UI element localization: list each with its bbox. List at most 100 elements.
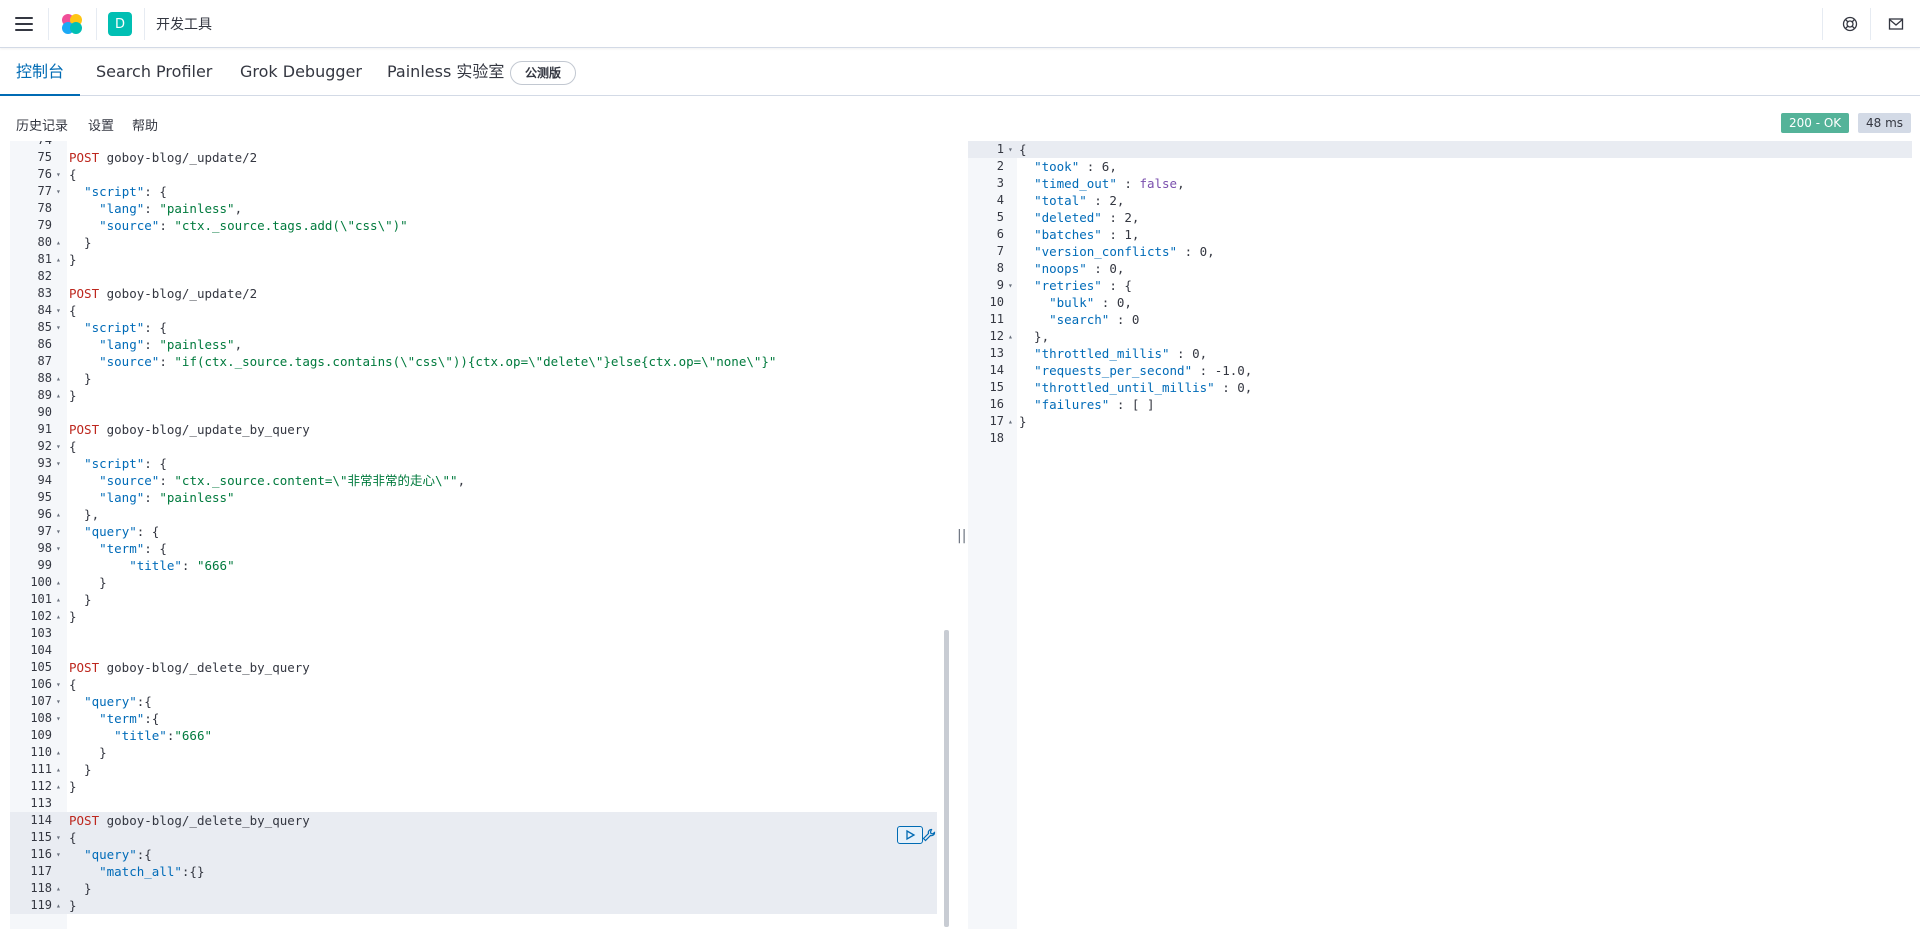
response-code-line[interactable]: "failures" : [ ] — [1019, 396, 1154, 413]
request-code-line[interactable]: { — [69, 302, 77, 319]
response-editor[interactable]: 1 ▾{2 "took" : 6, 3 "timed_out" : false, 4 … — [968, 141, 1912, 929]
request-code-line[interactable]: } — [69, 251, 77, 268]
request-code-line[interactable]: } — [69, 778, 77, 795]
fold-close-icon[interactable]: ▴ — [56, 234, 61, 251]
fold-open-icon[interactable]: ▾ — [56, 319, 61, 336]
request-code-line[interactable]: POST goboy-blog/_delete_by_query — [69, 659, 310, 676]
fold-close-icon[interactable]: ▴ — [56, 608, 61, 625]
request-scrollbar-thumb[interactable] — [944, 630, 949, 927]
settings-link[interactable]: 设置 — [88, 115, 114, 134]
request-code-line[interactable]: "lang": "painless", — [69, 200, 242, 217]
request-code-line[interactable]: "term": { — [69, 540, 167, 557]
fold-close-icon[interactable]: ▴ — [56, 574, 61, 591]
help-lifebuoy-icon[interactable] — [1838, 12, 1862, 36]
fold-open-icon[interactable]: ▾ — [56, 846, 61, 863]
request-code-line[interactable]: "match_all":{} — [69, 863, 204, 880]
response-code-line[interactable]: "version_conflicts" : 0, — [1019, 243, 1215, 260]
request-code-line[interactable]: POST goboy-blog/_update/2 — [69, 149, 257, 166]
request-code-line[interactable]: "script": { — [69, 319, 167, 336]
response-code-line[interactable]: "throttled_millis" : 0, — [1019, 345, 1207, 362]
fold-open-icon[interactable]: ▾ — [56, 829, 61, 846]
fold-open-icon[interactable]: ▾ — [56, 302, 61, 319]
response-code-line[interactable]: }, — [1019, 328, 1049, 345]
tab-search-profiler[interactable]: Search Profiler — [96, 49, 212, 96]
request-code-line[interactable]: }, — [69, 506, 99, 523]
fold-close-icon[interactable]: ▴ — [56, 370, 61, 387]
request-code-line[interactable]: "source": "ctx._source.tags.add(\"css\")… — [69, 217, 408, 234]
request-code-line[interactable]: "query":{ — [69, 693, 152, 710]
request-code-line[interactable]: "term":{ — [69, 710, 159, 727]
mail-icon[interactable] — [1884, 12, 1908, 36]
fold-close-icon[interactable]: ▴ — [56, 744, 61, 761]
request-code-line[interactable]: { — [69, 676, 77, 693]
request-code-line[interactable]: { — [69, 829, 77, 846]
fold-open-icon[interactable]: ▾ — [1008, 141, 1013, 158]
tab-painless-lab[interactable]: Painless 实验室 — [387, 49, 504, 96]
kibana-logo-icon[interactable] — [59, 11, 85, 37]
response-code-line[interactable]: "deleted" : 2, — [1019, 209, 1139, 226]
fold-open-icon[interactable]: ▾ — [56, 676, 61, 693]
request-code-line[interactable]: "title":"666" — [69, 727, 212, 744]
request-code-line[interactable]: } — [69, 880, 92, 897]
request-code-line[interactable]: } — [69, 761, 92, 778]
fold-open-icon[interactable]: ▾ — [56, 166, 61, 183]
menu-hamburger-icon[interactable] — [12, 12, 36, 36]
space-avatar[interactable]: D — [108, 12, 132, 36]
request-code-line[interactable]: } — [69, 387, 77, 404]
response-code-line[interactable]: "bulk" : 0, — [1019, 294, 1132, 311]
request-code-line[interactable]: } — [69, 897, 77, 914]
request-code-line[interactable]: } — [69, 608, 77, 625]
request-code-line[interactable]: POST goboy-blog/_update/2 — [69, 285, 257, 302]
run-request-button[interactable] — [897, 826, 923, 844]
request-code-line[interactable]: "query":{ — [69, 846, 152, 863]
fold-close-icon[interactable]: ▴ — [56, 880, 61, 897]
request-code-line[interactable]: } — [69, 234, 92, 251]
fold-close-icon[interactable]: ▴ — [56, 778, 61, 795]
fold-close-icon[interactable]: ▴ — [56, 897, 61, 914]
fold-close-icon[interactable]: ▴ — [56, 761, 61, 778]
response-code-line[interactable]: "throttled_until_millis" : 0, — [1019, 379, 1252, 396]
request-code-line[interactable]: } — [69, 744, 107, 761]
request-code-line[interactable]: { — [69, 438, 77, 455]
fold-open-icon[interactable]: ▾ — [56, 693, 61, 710]
fold-open-icon[interactable]: ▾ — [56, 438, 61, 455]
request-code-line[interactable]: POST goboy-blog/_update_by_query — [69, 421, 310, 438]
request-code-line[interactable]: "lang": "painless", — [69, 336, 242, 353]
response-code-line[interactable]: "retries" : { — [1019, 277, 1132, 294]
request-code-line[interactable]: "title": "666" — [69, 557, 234, 574]
fold-open-icon[interactable]: ▾ — [56, 455, 61, 472]
fold-close-icon[interactable]: ▴ — [56, 387, 61, 404]
help-link[interactable]: 帮助 — [132, 115, 158, 134]
tab-console[interactable]: 控制台 — [0, 49, 80, 96]
fold-close-icon[interactable]: ▴ — [1008, 328, 1013, 345]
response-code-line[interactable]: "total" : 2, — [1019, 192, 1124, 209]
request-code-line[interactable]: "script": { — [69, 183, 167, 200]
request-code-line[interactable]: "query": { — [69, 523, 159, 540]
fold-close-icon[interactable]: ▴ — [56, 251, 61, 268]
request-editor[interactable]: 7475 POST goboy-blog/_update/2 76 ▾ {77 ▾ "sc… — [10, 141, 937, 929]
request-code-line[interactable]: POST goboy-blog/_delete_by_query — [69, 812, 310, 829]
drag-handle-icon[interactable]: || — [957, 528, 966, 544]
fold-open-icon[interactable]: ▾ — [56, 183, 61, 200]
response-code-line[interactable]: "batches" : 1, — [1019, 226, 1139, 243]
request-code-line[interactable]: "source": "ctx._source.content=\"非常非常的走心… — [69, 472, 465, 489]
response-code-line[interactable]: "took" : 6, — [1019, 158, 1117, 175]
fold-open-icon[interactable]: ▾ — [56, 540, 61, 557]
response-code-line[interactable]: "timed_out" : false, — [1019, 175, 1185, 192]
fold-open-icon[interactable]: ▾ — [56, 710, 61, 727]
request-code-line[interactable]: { — [69, 166, 77, 183]
request-code-line[interactable]: "lang": "painless" — [69, 489, 234, 506]
fold-close-icon[interactable]: ▴ — [56, 591, 61, 608]
request-code-line[interactable]: "script": { — [69, 455, 167, 472]
history-link[interactable]: 历史记录 — [16, 115, 68, 134]
response-code-line[interactable]: { — [1019, 141, 1027, 158]
request-code-line[interactable]: } — [69, 591, 92, 608]
fold-open-icon[interactable]: ▾ — [56, 523, 61, 540]
response-code-line[interactable]: } — [1019, 413, 1027, 430]
response-code-line[interactable]: "requests_per_second" : -1.0, — [1019, 362, 1252, 379]
wrench-icon[interactable] — [921, 827, 937, 843]
fold-close-icon[interactable]: ▴ — [56, 506, 61, 523]
response-code-line[interactable]: "noops" : 0, — [1019, 260, 1124, 277]
request-code-line[interactable]: } — [69, 370, 92, 387]
fold-open-icon[interactable]: ▾ — [1008, 277, 1013, 294]
